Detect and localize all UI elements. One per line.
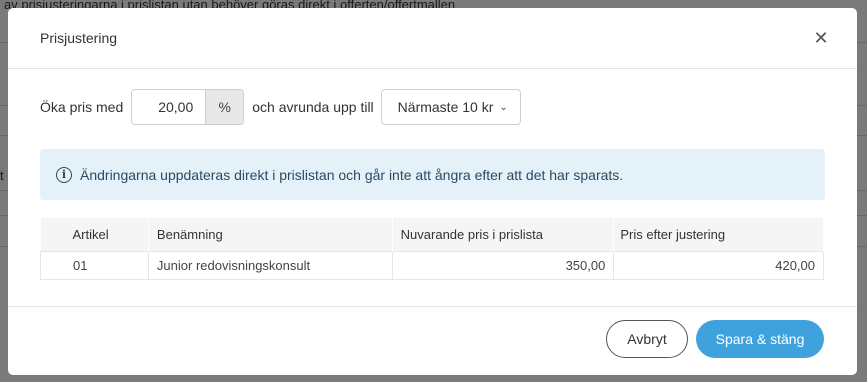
info-alert: i Ändringarna uppdateras direkt i prisli… <box>40 149 825 200</box>
cell-adjusted-price: 420,00 <box>613 250 824 280</box>
rounding-select-value: Närmaste 10 kr <box>397 99 494 115</box>
chevron-down-icon: ⌄ <box>499 101 508 113</box>
dialog-title: Prisjustering <box>40 30 118 46</box>
table-row: 01 Junior redovisningskonsult 350,00 420… <box>40 250 824 280</box>
close-icon[interactable]: ✕ <box>811 28 831 48</box>
save-and-close-button[interactable]: Spara & stäng <box>696 320 824 358</box>
column-header-current-price: Nuvarande pris i prislista <box>392 218 615 251</box>
dialog-body: Öka pris med % och avrunda upp till Närm… <box>8 89 857 280</box>
cell-current-price: 350,00 <box>391 250 615 280</box>
percent-input-group: % <box>131 89 245 125</box>
info-icon: i <box>56 166 72 183</box>
dialog-header: Prisjustering ✕ <box>8 8 857 69</box>
table-header-row: Artikel Benämning Nuvarande pris i prisl… <box>40 218 824 251</box>
column-header-adjusted-price: Pris efter justering <box>613 218 824 251</box>
price-adjustment-dialog: Prisjustering ✕ Öka pris med % och avrun… <box>8 8 857 375</box>
column-header-article: Artikel <box>40 218 149 251</box>
rounding-select[interactable]: Närmaste 10 kr ⌄ <box>380 89 521 125</box>
increase-label: Öka pris med <box>40 99 124 115</box>
dialog-footer: Avbryt Spara & stäng <box>8 306 857 375</box>
percent-input[interactable] <box>132 90 206 124</box>
cell-article: 01 <box>40 250 149 280</box>
column-header-name: Benämning <box>148 218 393 251</box>
info-text: Ändringarna uppdateras direkt i prislist… <box>80 166 624 183</box>
adjustment-row: Öka pris med % och avrunda upp till Närm… <box>40 89 825 125</box>
cancel-button[interactable]: Avbryt <box>606 320 688 358</box>
percent-addon: % <box>205 90 244 124</box>
round-label: och avrunda upp till <box>252 99 374 115</box>
price-table: Artikel Benämning Nuvarande pris i prisl… <box>40 218 824 280</box>
cell-name: Junior redovisningskonsult <box>147 250 393 280</box>
